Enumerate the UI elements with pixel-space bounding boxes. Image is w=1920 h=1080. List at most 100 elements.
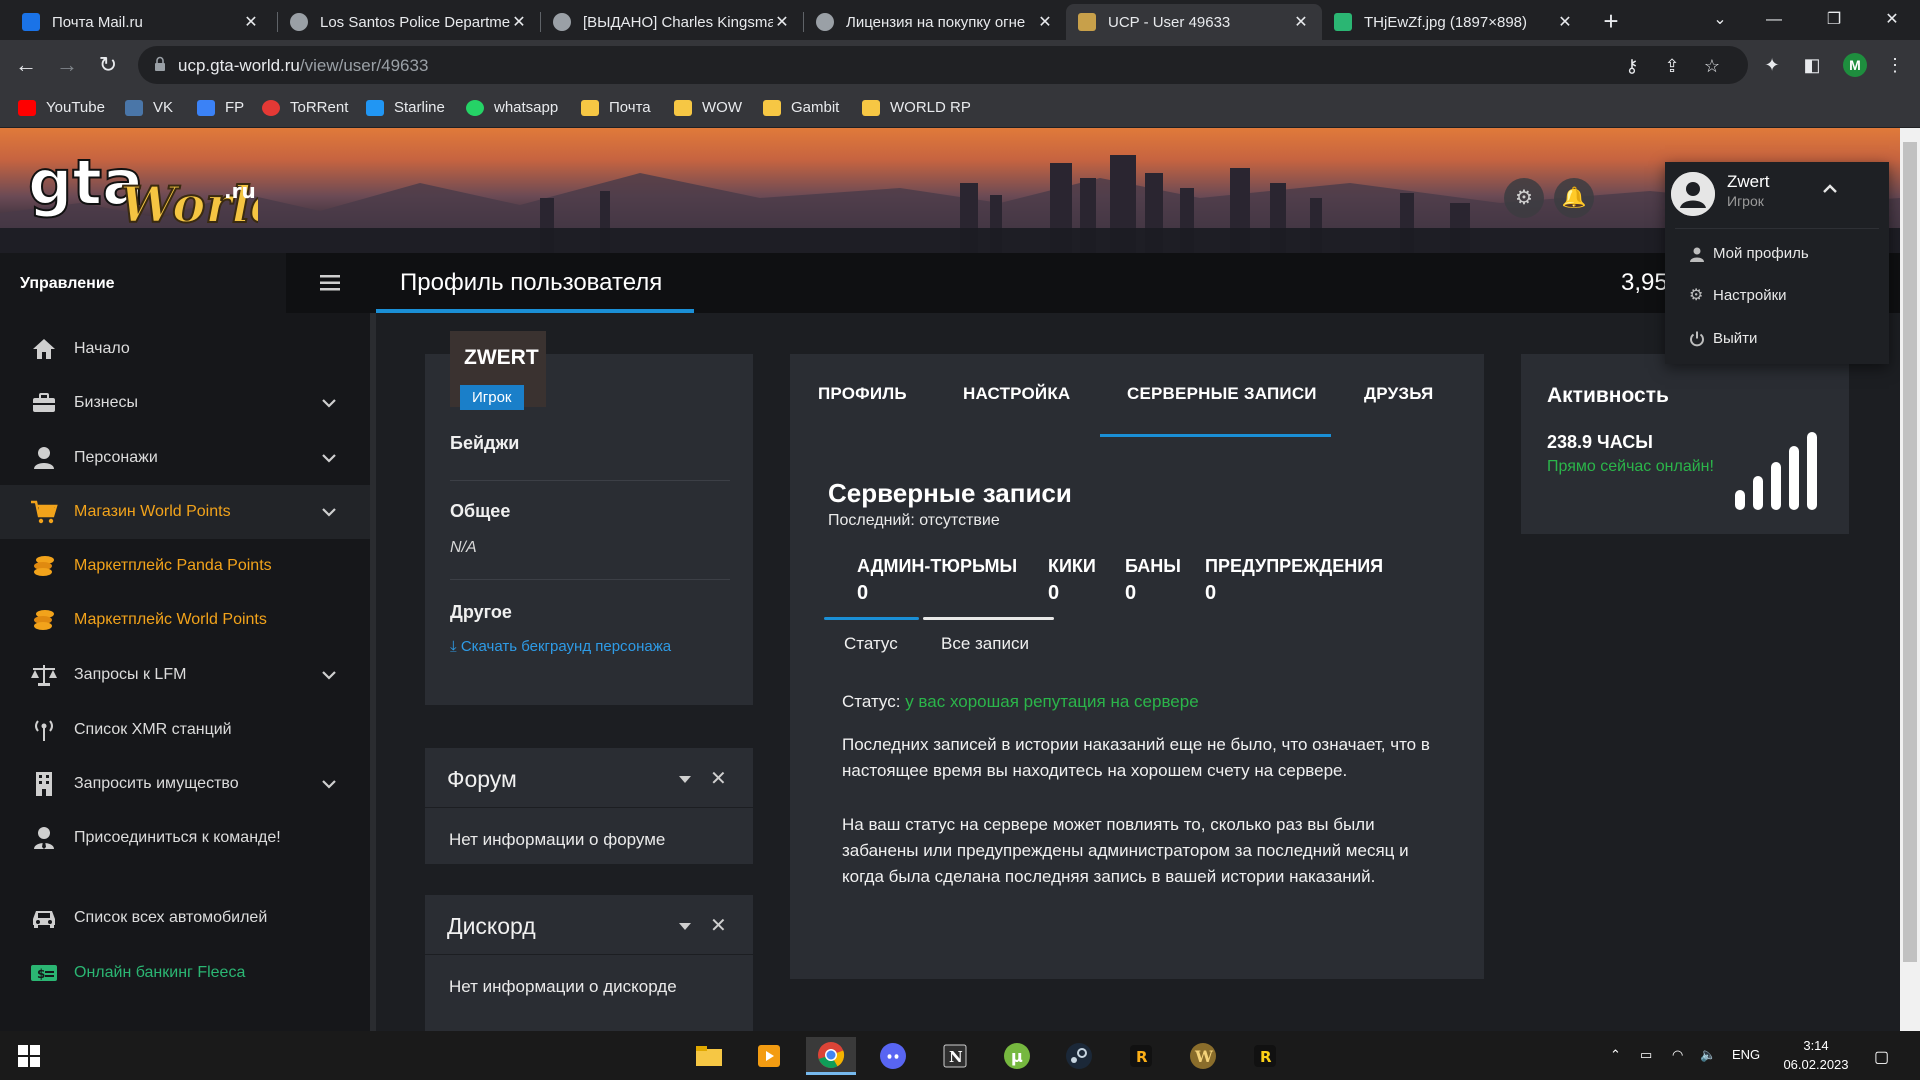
sidebar-item-fleeca-banking[interactable]: $ Онлайн банкинг Fleeca (0, 946, 370, 1000)
folder-icon (674, 99, 692, 116)
close-icon[interactable]: ✕ (1292, 12, 1310, 32)
star-icon[interactable]: ☆ (1702, 56, 1722, 76)
bookmark-folder-gambit[interactable]: Gambit (763, 99, 839, 116)
sidebar-scrollbar[interactable] (370, 253, 376, 1031)
tab-search-icon[interactable]: ⌄ (1692, 0, 1748, 40)
menu-item-settings[interactable]: ⚙ Настройки (1689, 287, 1787, 304)
sidebar-item-businesses[interactable]: Бизнесы (0, 376, 370, 430)
sidebar-item-wp-shop[interactable]: Магазин World Points (0, 485, 370, 539)
menu-item-my-profile[interactable]: Мой профиль (1689, 245, 1809, 262)
starline-icon (366, 99, 384, 116)
rage-mp-icon[interactable]: R (1240, 1037, 1290, 1075)
bookmark-starline[interactable]: Starline (366, 99, 445, 116)
page-scrollbar[interactable] (1900, 128, 1920, 1031)
collapse-caret-icon[interactable] (679, 923, 691, 930)
tab-server-records[interactable]: СЕРВЕРНЫЕ ЗАПИСИ (1127, 384, 1317, 404)
tab-charles[interactable]: [ВЫДАНО] Charles Kingsma ✕ (541, 4, 803, 40)
address-bar[interactable]: ucp.gta-world.ru/view/user/49633 ⚷ ⇪ ☆ (138, 46, 1748, 84)
hamburger-menu-icon[interactable] (320, 275, 340, 291)
bookmark-folder-wow[interactable]: WOW (674, 99, 742, 116)
website-content: gta World .ru ⚙ 🔔 Управление Начало Бизн… (0, 128, 1900, 1031)
user-avatar-icon[interactable] (1671, 172, 1715, 216)
window-close-button[interactable]: ✕ (1864, 0, 1920, 40)
sidebar-item-characters[interactable]: Персонажи (0, 431, 370, 485)
tab-ucp[interactable]: UCP - User 49633 ✕ (1066, 4, 1322, 40)
close-icon[interactable]: ✕ (710, 766, 727, 791)
sidebar-item-request-property[interactable]: Запросить имущество (0, 757, 370, 811)
bookmark-fp[interactable]: FP (197, 99, 244, 116)
bookmark-torrent[interactable]: ToRRent (262, 99, 348, 116)
close-icon[interactable]: ✕ (710, 913, 727, 938)
stat-label-kicks[interactable]: КИКИ (1048, 556, 1096, 577)
close-icon[interactable]: ✕ (773, 12, 791, 32)
fp-icon (197, 99, 215, 116)
subtab-all-records[interactable]: Все записи (941, 634, 1029, 654)
close-icon[interactable]: ✕ (510, 12, 528, 32)
sidebar-item-xmr-stations[interactable]: Список XMR станций (0, 703, 370, 757)
sidebar-item-join-team[interactable]: Присоединиться к команде! (0, 811, 370, 865)
restore-button[interactable]: ❐ (1806, 0, 1862, 40)
forward-icon[interactable]: → (55, 53, 79, 77)
key-icon[interactable]: ⚷ (1622, 56, 1642, 76)
file-explorer-icon[interactable] (684, 1037, 734, 1075)
bell-icon[interactable]: 🔔 (1554, 178, 1594, 218)
battery-icon[interactable]: ▭ (1640, 1047, 1652, 1063)
show-hidden-icons[interactable]: ⌃ (1610, 1047, 1621, 1063)
gear-icon[interactable]: ⚙ (1504, 178, 1544, 218)
stat-label-jails[interactable]: АДМИН-ТЮРЬМЫ (857, 556, 1017, 577)
discord-icon[interactable] (868, 1037, 918, 1075)
chrome-icon[interactable] (806, 1037, 856, 1075)
close-icon[interactable]: ✕ (1036, 12, 1054, 32)
bookmark-whatsapp[interactable]: whatsapp (466, 99, 558, 116)
input-language[interactable]: ENG (1732, 1047, 1760, 1062)
reload-icon[interactable]: ↻ (96, 53, 120, 77)
tab-friends[interactable]: ДРУЗЬЯ (1364, 384, 1433, 404)
sidebar-item-panda-marketplace[interactable]: Маркетплейс Panda Points (0, 539, 370, 593)
sidebar-item-wp-marketplace[interactable]: Маркетплейс World Points (0, 593, 370, 647)
menu-icon[interactable]: ⋮ (1884, 54, 1906, 76)
profile-avatar[interactable]: M (1843, 53, 1867, 77)
wifi-icon[interactable]: ◠ (1672, 1047, 1683, 1063)
tab-license[interactable]: Лицензия на покупку огне ✕ (804, 4, 1066, 40)
extensions-icon[interactable]: ✦ (1761, 54, 1783, 76)
subtab-status[interactable]: Статус (844, 634, 898, 654)
menu-item-logout[interactable]: Выйти (1689, 330, 1757, 347)
download-background-link[interactable]: ⤓ Скачать бекграунд персонажа (450, 638, 671, 655)
tab-image[interactable]: THjEwZf.jpg (1897×898) ✕ (1322, 4, 1586, 40)
stat-label-warnings[interactable]: ПРЕДУПРЕЖДЕНИЯ (1205, 556, 1383, 577)
tab-settings[interactable]: НАСТРОЙКА (963, 384, 1070, 404)
bookmark-youtube[interactable]: YouTube (18, 99, 105, 116)
sidebar: Управление Начало Бизнесы Персонажи Мага… (0, 253, 370, 1031)
system-clock[interactable]: 3:14 06.02.2023 (1776, 1036, 1856, 1074)
sidebar-item-lfm-requests[interactable]: Запросы к LFM (0, 648, 370, 702)
wow-icon[interactable]: W (1178, 1037, 1228, 1075)
close-icon[interactable]: ✕ (1556, 12, 1574, 32)
close-icon[interactable]: ✕ (242, 12, 260, 32)
windows-start-icon[interactable] (18, 1045, 40, 1067)
sidebar-item-all-cars[interactable]: Список всех автомобилей (0, 891, 370, 945)
share-icon[interactable]: ⇪ (1662, 56, 1682, 76)
side-panel-icon[interactable]: ◧ (1801, 54, 1823, 76)
notifications-icon[interactable]: ▢ (1874, 1047, 1889, 1067)
gta-world-logo[interactable]: gta World .ru (28, 142, 258, 234)
steam-icon[interactable] (1054, 1037, 1104, 1075)
minimize-button[interactable]: — (1746, 0, 1802, 40)
collapse-caret-icon[interactable] (679, 776, 691, 783)
notion-icon[interactable]: N (930, 1037, 980, 1075)
back-icon[interactable]: ← (14, 53, 38, 77)
stat-label-bans[interactable]: БАНЫ (1125, 556, 1181, 577)
scrollbar-thumb[interactable] (1903, 142, 1917, 962)
bookmark-folder-worldrp[interactable]: WORLD RP (862, 99, 971, 116)
volume-icon[interactable]: 🔈 (1700, 1047, 1716, 1063)
sidebar-item-home[interactable]: Начало (0, 322, 370, 376)
tab-mail[interactable]: Почта Mail.ru ✕ (10, 4, 272, 40)
bookmark-folder-mail[interactable]: Почта (581, 99, 651, 116)
tab-profile[interactable]: ПРОФИЛЬ (818, 384, 907, 404)
media-player-icon[interactable] (744, 1037, 794, 1075)
rockstar-launcher-icon[interactable]: R (1116, 1037, 1166, 1075)
bookmark-vk[interactable]: VK (125, 99, 173, 116)
new-tab-button[interactable]: + (1597, 8, 1625, 36)
utorrent-icon[interactable]: µ (992, 1037, 1042, 1075)
chevron-up-icon[interactable] (1821, 182, 1839, 196)
tab-lspd[interactable]: Los Santos Police Departme ✕ (278, 4, 540, 40)
